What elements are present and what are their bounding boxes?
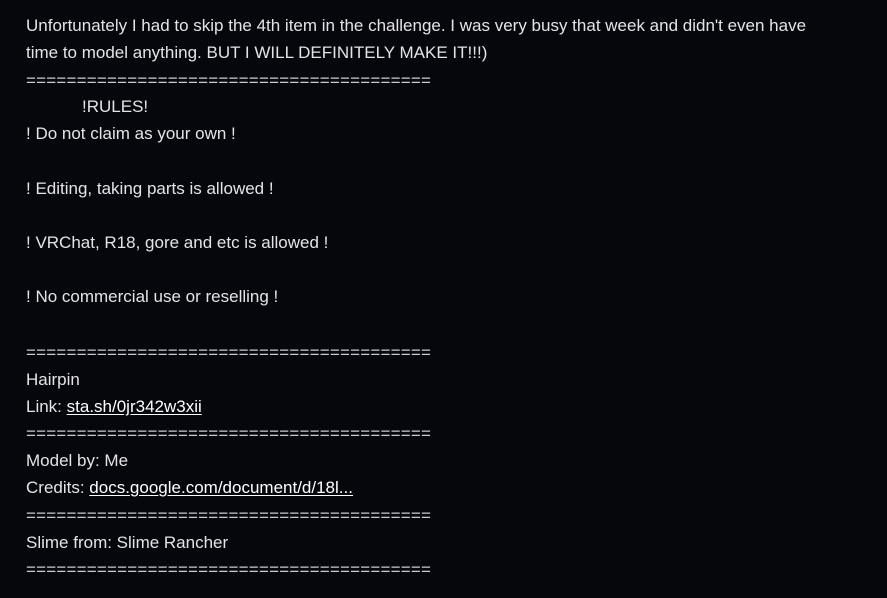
credits-row: Credits: docs.google.com/document/d/18l.… <box>26 474 353 501</box>
sta-sh-link[interactable]: sta.sh/0jr342w3xii <box>67 397 202 416</box>
deviation-description: Unfortunately I had to skip the 4th item… <box>0 0 887 598</box>
credits-link[interactable]: docs.google.com/document/d/18l... <box>89 478 353 497</box>
link-label: Link: <box>26 397 67 416</box>
credits-label: Credits: <box>26 478 90 497</box>
rule-item: ! VRChat, R18, gore and etc is allowed ! <box>26 233 329 252</box>
rules-heading: !RULES! <box>82 97 149 116</box>
separator-line: ======================================== <box>26 560 432 579</box>
separator-line: ======================================== <box>26 506 432 525</box>
slime-from-text: Slime from: Slime Rancher <box>26 533 229 552</box>
model-by-text: Model by: Me <box>26 451 129 470</box>
intro-text-line-1: Unfortunately I had to skip the 4th item… <box>26 16 807 35</box>
rule-item: ! No commercial use or reselling ! <box>26 287 279 306</box>
separator-line: ======================================== <box>26 343 432 362</box>
intro-text-line-2: time to model anything. BUT I WILL DEFIN… <box>26 43 488 62</box>
item-name: Hairpin <box>26 370 80 389</box>
separator-line: ======================================== <box>26 424 432 443</box>
link-row: Link: sta.sh/0jr342w3xii <box>26 393 202 420</box>
rule-item: ! Editing, taking parts is allowed ! <box>26 179 274 198</box>
separator-line: ======================================== <box>26 71 432 90</box>
rule-item: ! Do not claim as your own ! <box>26 124 236 143</box>
